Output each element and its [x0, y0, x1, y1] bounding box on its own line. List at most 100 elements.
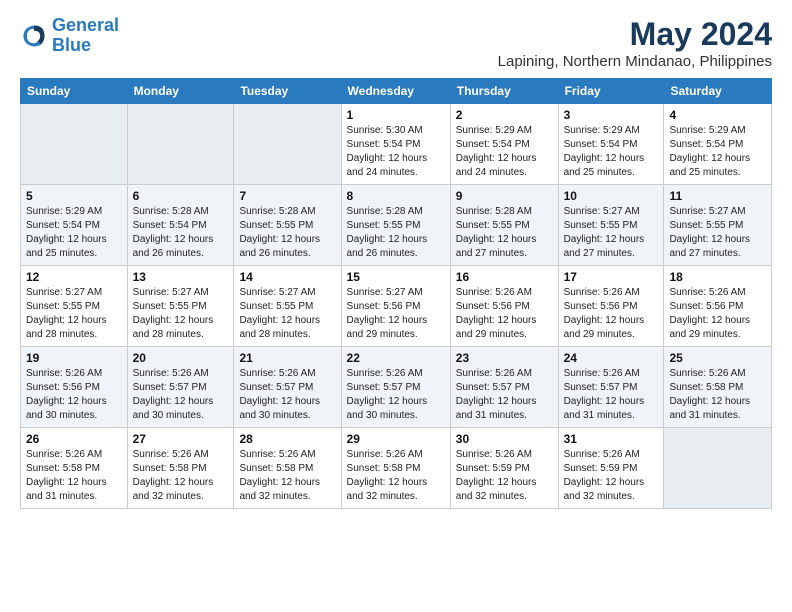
day-number: 17	[564, 270, 659, 284]
table-row: 22Sunrise: 5:26 AM Sunset: 5:57 PM Dayli…	[341, 347, 450, 428]
calendar-week-1: 5Sunrise: 5:29 AM Sunset: 5:54 PM Daylig…	[21, 185, 772, 266]
day-number: 26	[26, 432, 122, 446]
header-sunday: Sunday	[21, 79, 128, 104]
header-tuesday: Tuesday	[234, 79, 341, 104]
day-number: 21	[239, 351, 335, 365]
table-row: 20 Sunrise: 5:26 AM Sunset: 5:57 PM Dayli…	[127, 347, 234, 428]
table-row: 29 Sunrise: 5:26 AM Sunset: 5:58 PM Dayli…	[341, 428, 450, 509]
day-number: 12	[26, 270, 122, 284]
day-info: Sunrise: 5:28 AM Sunset: 5:55 PM Dayligh…	[456, 205, 553, 261]
day-info: Sunrise: 5:27 AM Sunset: 5:55 PM Dayligh…	[564, 205, 659, 261]
table-row: 24 Sunrise: 5:26 AM Sunset: 5:57 PM Dayli…	[558, 347, 664, 428]
day-info: Sunrise: 5:26 AM Sunset: 5:57 PM Dayligh…	[133, 367, 229, 423]
day-number: 7	[239, 189, 335, 203]
table-row: 9 Sunrise: 5:28 AM Sunset: 5:55 PM Daylig…	[450, 185, 558, 266]
header: General Blue May 2024 Lapining, Northern…	[20, 16, 772, 70]
day-number: 19	[26, 351, 122, 365]
day-number: 10	[564, 189, 659, 203]
day-info: Sunrise: 5:29 AM Sunset: 5:54 PM Dayligh…	[669, 124, 766, 180]
table-row: 23Sunrise: 5:26 AM Sunset: 5:57 PM Dayli…	[450, 347, 558, 428]
calendar-week-3: 19 Sunrise: 5:26 AM Sunset: 5:56 PM Dayli…	[21, 347, 772, 428]
day-number: 15	[347, 270, 445, 284]
day-info: Sunrise: 5:28 AM Sunset: 5:55 PM Dayligh…	[239, 205, 335, 261]
day-number: 2	[456, 108, 553, 122]
day-info: Sunrise: 5:26 AM Sunset: 5:58 PM Dayligh…	[26, 448, 122, 504]
title-section: May 2024 Lapining, Northern Mindanao, Ph…	[498, 16, 772, 70]
day-number: 1	[347, 108, 445, 122]
day-number: 27	[133, 432, 229, 446]
table-row: 17 Sunrise: 5:26 AM Sunset: 5:56 PM Dayli…	[558, 266, 664, 347]
day-number: 20	[133, 351, 229, 365]
table-row: 11Sunrise: 5:27 AM Sunset: 5:55 PM Dayli…	[664, 185, 772, 266]
day-info: Sunrise: 5:30 AM Sunset: 5:54 PM Dayligh…	[347, 124, 445, 180]
calendar-week-0: 1 Sunrise: 5:30 AM Sunset: 5:54 PM Daylig…	[21, 104, 772, 185]
day-info: Sunrise: 5:29 AM Sunset: 5:54 PM Dayligh…	[564, 124, 659, 180]
day-number: 24	[564, 351, 659, 365]
table-row: 10 Sunrise: 5:27 AM Sunset: 5:55 PM Dayli…	[558, 185, 664, 266]
header-saturday: Saturday	[664, 79, 772, 104]
day-info: Sunrise: 5:27 AM Sunset: 5:55 PM Dayligh…	[133, 286, 229, 342]
table-row: 6 Sunrise: 5:28 AM Sunset: 5:54 PM Daylig…	[127, 185, 234, 266]
header-wednesday: Wednesday	[341, 79, 450, 104]
table-row: 7 Sunrise: 5:28 AM Sunset: 5:55 PM Daylig…	[234, 185, 341, 266]
table-row: 5Sunrise: 5:29 AM Sunset: 5:54 PM Daylig…	[21, 185, 128, 266]
day-info: Sunrise: 5:28 AM Sunset: 5:54 PM Dayligh…	[133, 205, 229, 261]
page: General Blue May 2024 Lapining, Northern…	[0, 0, 792, 519]
table-row: 15Sunrise: 5:27 AM Sunset: 5:56 PM Dayli…	[341, 266, 450, 347]
day-number: 23	[456, 351, 553, 365]
table-row: 18Sunrise: 5:26 AM Sunset: 5:56 PM Dayli…	[664, 266, 772, 347]
table-row: 27Sunrise: 5:26 AM Sunset: 5:58 PM Dayli…	[127, 428, 234, 509]
day-info: Sunrise: 5:26 AM Sunset: 5:57 PM Dayligh…	[239, 367, 335, 423]
table-row: 14 Sunrise: 5:27 AM Sunset: 5:55 PM Dayli…	[234, 266, 341, 347]
day-number: 11	[669, 189, 766, 203]
day-number: 9	[456, 189, 553, 203]
day-info: Sunrise: 5:26 AM Sunset: 5:59 PM Dayligh…	[456, 448, 553, 504]
calendar: Sunday Monday Tuesday Wednesday Thursday…	[20, 78, 772, 509]
calendar-week-4: 26 Sunrise: 5:26 AM Sunset: 5:58 PM Dayli…	[21, 428, 772, 509]
table-row: 8 Sunrise: 5:28 AM Sunset: 5:55 PM Daylig…	[341, 185, 450, 266]
day-number: 18	[669, 270, 766, 284]
day-number: 16	[456, 270, 553, 284]
calendar-week-2: 12 Sunrise: 5:27 AM Sunset: 5:55 PM Dayli…	[21, 266, 772, 347]
table-row	[127, 104, 234, 185]
day-info: Sunrise: 5:26 AM Sunset: 5:58 PM Dayligh…	[347, 448, 445, 504]
logo: General Blue	[20, 16, 119, 56]
day-number: 25	[669, 351, 766, 365]
day-info: Sunrise: 5:27 AM Sunset: 5:55 PM Dayligh…	[26, 286, 122, 342]
logo-line2: Blue	[52, 35, 91, 55]
header-monday: Monday	[127, 79, 234, 104]
day-info: Sunrise: 5:29 AM Sunset: 5:54 PM Dayligh…	[456, 124, 553, 180]
day-number: 30	[456, 432, 553, 446]
day-info: Sunrise: 5:28 AM Sunset: 5:55 PM Dayligh…	[347, 205, 445, 261]
month-title: May 2024	[498, 16, 772, 53]
logo-text: General Blue	[52, 16, 119, 56]
day-info: Sunrise: 5:26 AM Sunset: 5:59 PM Dayligh…	[564, 448, 659, 504]
day-number: 14	[239, 270, 335, 284]
table-row: 28 Sunrise: 5:26 AM Sunset: 5:58 PM Dayli…	[234, 428, 341, 509]
table-row: 25 Sunrise: 5:26 AM Sunset: 5:58 PM Dayli…	[664, 347, 772, 428]
day-number: 28	[239, 432, 335, 446]
day-number: 22	[347, 351, 445, 365]
table-row	[664, 428, 772, 509]
day-number: 5	[26, 189, 122, 203]
day-number: 6	[133, 189, 229, 203]
table-row: 13 Sunrise: 5:27 AM Sunset: 5:55 PM Dayli…	[127, 266, 234, 347]
day-number: 29	[347, 432, 445, 446]
day-number: 8	[347, 189, 445, 203]
day-info: Sunrise: 5:26 AM Sunset: 5:56 PM Dayligh…	[26, 367, 122, 423]
logo-icon	[20, 22, 48, 50]
table-row: 16Sunrise: 5:26 AM Sunset: 5:56 PM Dayli…	[450, 266, 558, 347]
day-info: Sunrise: 5:26 AM Sunset: 5:57 PM Dayligh…	[564, 367, 659, 423]
location: Lapining, Northern Mindanao, Philippines	[498, 53, 772, 70]
table-row: 21 Sunrise: 5:26 AM Sunset: 5:57 PM Dayli…	[234, 347, 341, 428]
day-info: Sunrise: 5:26 AM Sunset: 5:56 PM Dayligh…	[564, 286, 659, 342]
day-info: Sunrise: 5:26 AM Sunset: 5:58 PM Dayligh…	[239, 448, 335, 504]
table-row: 30 Sunrise: 5:26 AM Sunset: 5:59 PM Dayli…	[450, 428, 558, 509]
day-number: 13	[133, 270, 229, 284]
calendar-header-row: Sunday Monday Tuesday Wednesday Thursday…	[21, 79, 772, 104]
day-info: Sunrise: 5:26 AM Sunset: 5:58 PM Dayligh…	[669, 367, 766, 423]
day-number: 31	[564, 432, 659, 446]
day-info: Sunrise: 5:27 AM Sunset: 5:55 PM Dayligh…	[239, 286, 335, 342]
table-row: 2 Sunrise: 5:29 AM Sunset: 5:54 PM Daylig…	[450, 104, 558, 185]
day-number: 3	[564, 108, 659, 122]
